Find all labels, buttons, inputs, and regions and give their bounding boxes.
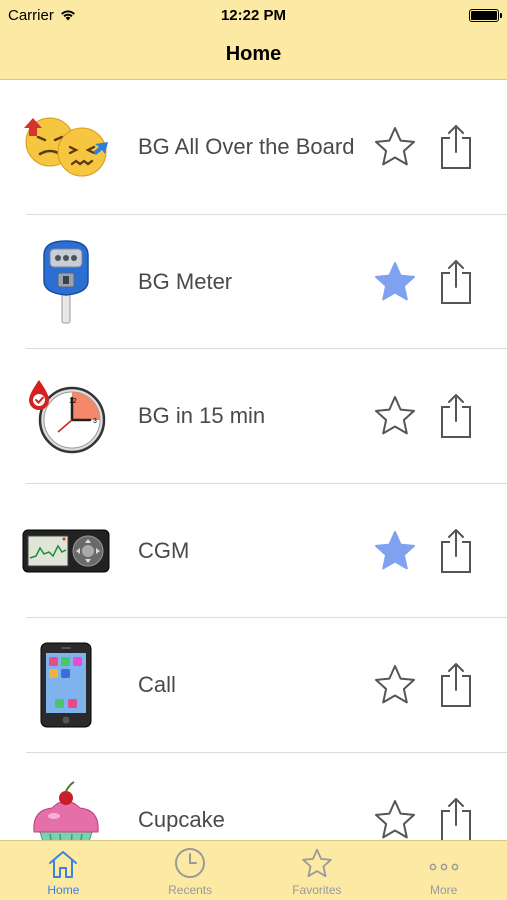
carrier-label: Carrier xyxy=(8,6,54,24)
item-label: CGM xyxy=(138,537,190,563)
cgm-device-icon xyxy=(20,505,112,597)
page-title: Home xyxy=(225,43,282,65)
favorite-star-icon[interactable] xyxy=(372,259,418,305)
tab-bar: Home Recents Favorites More xyxy=(0,840,507,900)
favorite-star-icon[interactable] xyxy=(372,393,418,439)
share-icon[interactable] xyxy=(436,661,476,709)
tab-home[interactable]: Home xyxy=(0,841,127,900)
nav-bar: Home xyxy=(0,30,507,80)
confused-faces-icon xyxy=(20,101,112,193)
cupcake-icon xyxy=(20,774,112,840)
favorite-star-icon[interactable] xyxy=(372,124,418,170)
tab-label: More xyxy=(429,883,458,897)
item-label: Call xyxy=(138,672,176,698)
wifi-icon xyxy=(60,10,75,21)
battery-icon xyxy=(469,8,502,22)
tab-label: Home xyxy=(47,883,80,897)
favorite-star-icon[interactable] xyxy=(372,797,418,840)
more-dots-icon xyxy=(429,863,458,871)
list-item[interactable]: Cupcake xyxy=(0,753,507,840)
tab-favorites[interactable]: Favorites xyxy=(254,841,381,900)
item-label: Cupcake xyxy=(138,806,225,832)
svg-text:12: 12 xyxy=(69,398,77,405)
share-icon[interactable] xyxy=(436,796,476,840)
item-list: BG All Over the Board BG Meter 12 3 BG i… xyxy=(0,80,507,840)
clock-icon xyxy=(175,848,206,878)
share-icon[interactable] xyxy=(436,258,476,306)
list-item[interactable]: BG Meter xyxy=(0,215,507,349)
item-label: BG All Over the Board xyxy=(138,134,355,160)
status-time: 12:22 PM xyxy=(220,6,287,24)
smartphone-icon xyxy=(20,639,112,731)
favorite-star-icon[interactable] xyxy=(372,528,418,574)
tab-recents[interactable]: Recents xyxy=(127,841,254,900)
star-icon xyxy=(302,848,332,878)
favorite-star-icon[interactable] xyxy=(372,662,418,708)
house-icon xyxy=(49,851,78,878)
item-label: BG in 15 min xyxy=(138,403,266,429)
svg-text:3: 3 xyxy=(93,418,97,425)
list-item[interactable]: 12 3 BG in 15 min xyxy=(0,349,507,484)
clock-blood-drop-icon: 12 3 xyxy=(20,370,112,462)
tab-more[interactable]: More xyxy=(380,841,507,900)
share-icon[interactable] xyxy=(436,123,476,171)
share-icon[interactable] xyxy=(436,527,476,575)
list-item[interactable]: Call xyxy=(0,618,507,753)
share-icon[interactable] xyxy=(436,392,476,440)
list-item[interactable]: CGM xyxy=(0,484,507,618)
tab-label: Recents xyxy=(168,883,213,897)
list-item[interactable]: BG All Over the Board xyxy=(0,80,507,215)
status-bar: Carrier 12:22 PM xyxy=(0,0,507,30)
parking-meter-icon xyxy=(20,236,112,328)
tab-label: Favorites xyxy=(292,883,342,897)
item-label: BG Meter xyxy=(138,268,233,294)
